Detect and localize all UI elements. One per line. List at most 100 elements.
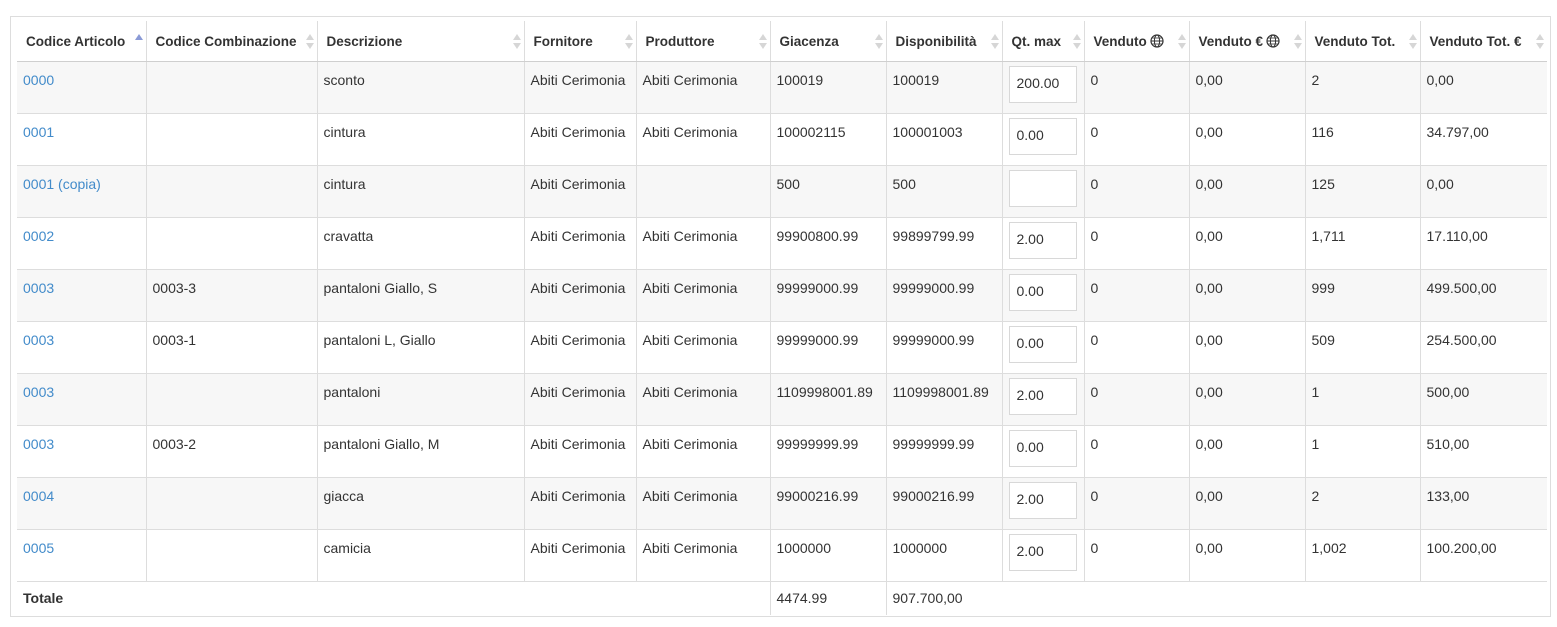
col-header-disponibilita[interactable]: Disponibilità xyxy=(886,21,1003,62)
product-code-link[interactable]: 0005 xyxy=(23,540,54,556)
col-header-codice-combinazione[interactable]: Codice Combinazione xyxy=(146,21,318,62)
fornitore-cell: Abiti Cerimonia xyxy=(524,320,637,373)
product-code-link[interactable]: 0003 xyxy=(23,384,54,400)
disponibilita-cell: 99999999.99 xyxy=(886,424,1003,477)
col-header-qt-max[interactable]: Qt. max xyxy=(1002,21,1085,62)
venduto-cell: 0 xyxy=(1084,528,1190,581)
codice-articolo-cell: 0003 xyxy=(17,320,147,373)
codice-articolo-cell: 0001 (copia) xyxy=(17,164,147,217)
venduto-tot-eur-cell: 17.110,00 xyxy=(1420,216,1547,269)
totals-label: Totale xyxy=(17,580,770,615)
venduto-eur-cell: 0,00 xyxy=(1189,60,1306,113)
col-header-venduto-eur[interactable]: Venduto € xyxy=(1189,21,1306,62)
col-header-fornitore[interactable]: Fornitore xyxy=(524,21,637,62)
giacenza-cell: 500 xyxy=(770,164,887,217)
disponibilita-cell: 1000000 xyxy=(886,528,1003,581)
qt-max-input[interactable]: 2.00 xyxy=(1008,221,1077,259)
venduto-tot-cell: 2 xyxy=(1305,60,1421,113)
sort-icon xyxy=(1536,34,1544,50)
table-row: 0001 (copia) cintura Abiti Cerimonia 500 500… xyxy=(17,164,1547,217)
descrizione-cell: pantaloni xyxy=(317,372,525,425)
table-row: 0003 0003-1 pantaloni L, Giallo Abiti Cerim… xyxy=(17,320,1547,373)
products-table-panel: Codice Articolo Codice Combinazione Desc… xyxy=(10,16,1551,617)
disponibilita-cell: 99999000.99 xyxy=(886,268,1003,321)
col-header-descrizione[interactable]: Descrizione xyxy=(317,21,525,62)
sort-icon xyxy=(624,34,633,50)
venduto-eur-cell: 0,00 xyxy=(1189,216,1306,269)
giacenza-cell: 99999000.99 xyxy=(770,320,887,373)
col-header-produttore[interactable]: Produttore xyxy=(636,21,771,62)
disponibilita-cell: 100019 xyxy=(886,60,1003,113)
produttore-cell: Abiti Cerimonia xyxy=(636,268,771,321)
col-header-giacenza[interactable]: Giacenza xyxy=(770,21,887,62)
qt-max-input[interactable]: 2.00 xyxy=(1008,533,1077,571)
product-code-link[interactable]: 0001 (copia) xyxy=(23,176,101,192)
descrizione-cell: pantaloni Giallo, S xyxy=(317,268,525,321)
disponibilita-cell: 99899799.99 xyxy=(886,216,1003,269)
product-code-link[interactable]: 0003 xyxy=(23,280,54,296)
codice-combinazione-cell: 0003-1 xyxy=(146,320,318,373)
produttore-cell: Abiti Cerimonia xyxy=(636,216,771,269)
venduto-eur-cell: 0,00 xyxy=(1189,528,1306,581)
descrizione-cell: sconto xyxy=(317,60,525,113)
venduto-eur-cell: 0,00 xyxy=(1189,320,1306,373)
codice-articolo-cell: 0003 xyxy=(17,268,147,321)
product-code-link[interactable]: 0001 xyxy=(23,124,54,140)
col-header-codice-articolo[interactable]: Codice Articolo xyxy=(17,21,147,62)
fornitore-cell: Abiti Cerimonia xyxy=(524,164,637,217)
codice-combinazione-cell xyxy=(146,216,318,269)
product-code-link[interactable]: 0003 xyxy=(23,436,54,452)
codice-combinazione-cell xyxy=(146,112,318,165)
qt-max-input[interactable] xyxy=(1008,169,1077,207)
codice-articolo-cell: 0005 xyxy=(17,528,147,581)
table-row: 0005 camicia Abiti Cerimonia Abiti Cerimoni… xyxy=(17,528,1547,581)
giacenza-cell: 99999999.99 xyxy=(770,424,887,477)
qt-max-input[interactable]: 0.00 xyxy=(1008,429,1077,467)
produttore-cell: Abiti Cerimonia xyxy=(636,112,771,165)
col-header-venduto-tot-eur[interactable]: Venduto Tot. € xyxy=(1420,21,1547,62)
venduto-tot-eur-cell: 0,00 xyxy=(1420,164,1547,217)
venduto-tot-cell: 1 xyxy=(1305,372,1421,425)
qt-max-input[interactable]: 0.00 xyxy=(1008,117,1077,155)
qt-max-input[interactable]: 0.00 xyxy=(1008,273,1077,311)
sort-icon xyxy=(512,34,521,50)
fornitore-cell: Abiti Cerimonia xyxy=(524,216,637,269)
qt-max-input[interactable]: 2.00 xyxy=(1008,481,1077,519)
product-code-link[interactable]: 0002 xyxy=(23,228,54,244)
qt-max-cell xyxy=(1002,164,1085,217)
venduto-cell: 0 xyxy=(1084,372,1190,425)
venduto-cell: 0 xyxy=(1084,320,1190,373)
col-header-venduto-tot[interactable]: Venduto Tot. xyxy=(1305,21,1421,62)
giacenza-cell: 1000000 xyxy=(770,528,887,581)
venduto-eur-cell: 0,00 xyxy=(1189,372,1306,425)
product-code-link[interactable]: 0003 xyxy=(23,332,54,348)
descrizione-cell: camicia xyxy=(317,528,525,581)
codice-combinazione-cell xyxy=(146,528,318,581)
col-header-venduto[interactable]: Venduto xyxy=(1084,21,1190,62)
venduto-tot-eur-cell: 100.200,00 xyxy=(1420,528,1547,581)
codice-combinazione-cell xyxy=(146,60,318,113)
descrizione-cell: cintura xyxy=(317,164,525,217)
codice-combinazione-cell xyxy=(146,372,318,425)
codice-combinazione-cell xyxy=(146,476,318,529)
product-code-link[interactable]: 0000 xyxy=(23,72,54,88)
venduto-tot-eur-cell: 254.500,00 xyxy=(1420,320,1547,373)
venduto-tot-cell: 1,711 xyxy=(1305,216,1421,269)
qt-max-cell: 2.00 xyxy=(1002,528,1085,581)
globe-icon xyxy=(1150,34,1164,48)
sort-ascending-icon xyxy=(134,34,143,50)
qt-max-input[interactable]: 0.00 xyxy=(1008,325,1077,363)
product-code-link[interactable]: 0004 xyxy=(23,488,54,504)
qt-max-cell: 0.00 xyxy=(1002,112,1085,165)
qt-max-input[interactable]: 2.00 xyxy=(1008,377,1077,415)
sort-icon xyxy=(1408,34,1417,50)
qt-max-input[interactable]: 200.00 xyxy=(1008,65,1077,103)
venduto-cell: 0 xyxy=(1084,424,1190,477)
produttore-cell: Abiti Cerimonia xyxy=(636,320,771,373)
disponibilita-cell: 500 xyxy=(886,164,1003,217)
produttore-cell: Abiti Cerimonia xyxy=(636,372,771,425)
table-row: 0003 0003-2 pantaloni Giallo, M Abiti Cerim… xyxy=(17,424,1547,477)
venduto-eur-cell: 0,00 xyxy=(1189,164,1306,217)
sort-icon xyxy=(1293,34,1302,50)
qt-max-cell: 2.00 xyxy=(1002,216,1085,269)
